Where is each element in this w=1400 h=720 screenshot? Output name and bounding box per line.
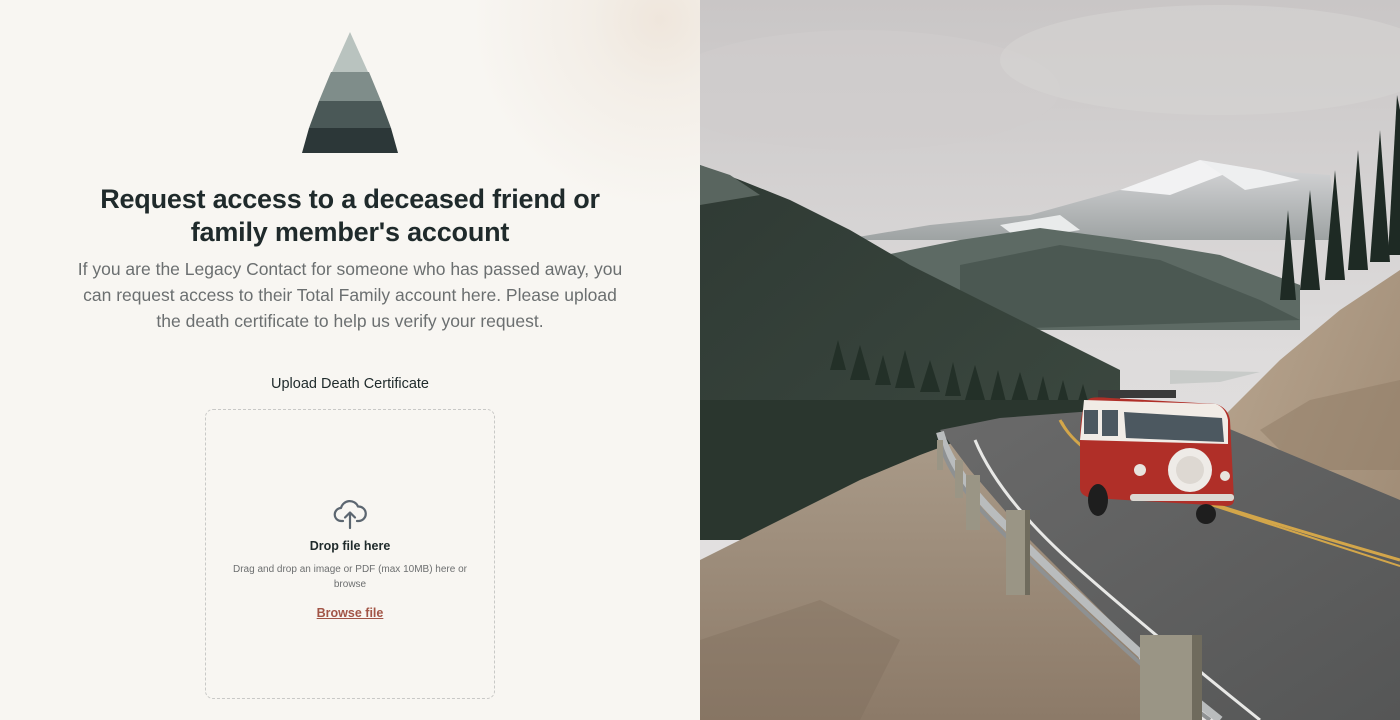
hero-image <box>700 0 1400 720</box>
page-description: If you are the Legacy Contact for someon… <box>77 259 623 331</box>
mountain-road-photo <box>700 0 1400 720</box>
upload-field-label: Upload Death Certificate <box>271 376 429 392</box>
page-title: Request access to a deceased friend or f… <box>100 184 600 247</box>
dropzone-hint: Drag and drop an image or PDF (max 10MB)… <box>233 563 467 590</box>
pine-tree-logo-icon <box>302 32 398 153</box>
file-dropzone[interactable]: Drop file here Drag and drop an image or… <box>205 409 495 699</box>
dropzone-title: Drop file here <box>309 538 391 553</box>
legacy-access-page: Request access to a deceased friend or f… <box>0 0 1400 720</box>
browse-file-link[interactable]: Browse file <box>317 606 384 620</box>
form-panel: Request access to a deceased friend or f… <box>0 0 700 720</box>
cloud-upload-icon <box>333 499 367 529</box>
